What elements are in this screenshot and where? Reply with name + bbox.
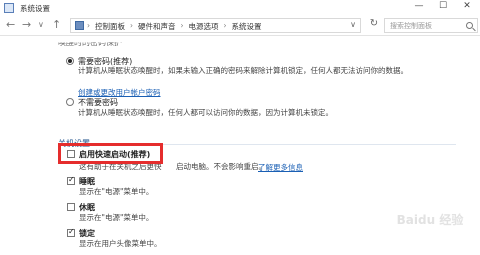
breadcrumb-system-settings[interactable]: 系统设置 [232,21,262,32]
refresh-icon[interactable]: ↻ [367,18,381,33]
breadcrumb-separator: › [223,21,227,30]
breadcrumb: › 控制面板 › 硬件和声音 › 电源选项 › 系统设置 [87,21,262,32]
password-section-heading: 唤醒时的密码保护 [58,38,122,48]
window-title: 系统设置 [20,4,50,13]
highlight-box [58,143,163,164]
lock-desc: 显示在用户头像菜单中。 [79,239,162,248]
address-bar[interactable]: › 控制面板 › 硬件和声音 › 电源选项 › 系统设置 ∨ [70,18,361,33]
no-password-radio[interactable] [66,98,74,106]
control-panel-icon [75,21,84,30]
breadcrumb-separator: › [130,21,133,30]
control-panel-icon [4,3,14,13]
search-icon [466,22,473,29]
minimize-button[interactable]: — [408,0,430,14]
maximize-button[interactable]: ☐ [432,0,454,14]
back-arrow-icon[interactable]: ← [6,18,15,31]
hibernate-label[interactable]: 休眠 [79,202,95,213]
breadcrumb-power-options[interactable]: 电源选项 [189,21,219,32]
hibernate-desc: 显示在"电源"菜单中。 [79,213,154,222]
close-button[interactable]: ✕ [456,0,478,14]
navigation-bar: ← → ∨ ↑ › 控制面板 › 硬件和声音 › 电源选项 › 系统设置 ∨ ↻… [0,16,480,36]
hibernate-checkbox[interactable] [67,203,75,211]
baidu-watermark: Baidu 经验 [396,213,464,227]
breadcrumb-hardware-sound[interactable]: 硬件和声音 [138,21,176,32]
learn-more-link[interactable]: 了解更多信息 [258,162,303,173]
require-password-radio[interactable] [66,57,74,65]
up-arrow-icon[interactable]: ↑ [52,18,61,31]
lock-checkbox[interactable] [67,227,75,237]
no-password-desc: 计算机从睡眠状态唤醒时，任何人都可以访问你的数据，因为计算机未锁定。 [78,108,333,117]
breadcrumb-separator: › [180,21,184,30]
breadcrumb-control-panel[interactable]: 控制面板 [95,21,125,32]
chevron-down-icon[interactable]: ∨ [350,20,356,29]
no-password-label[interactable]: 不需要密码 [78,97,118,108]
search-placeholder: 搜索控制面板 [390,22,432,30]
title-bar: 系统设置 — ☐ ✕ [0,0,480,16]
fast-startup-desc-suffix: 启动电脑。不会影响重启。 [176,162,266,171]
search-input[interactable]: 搜索控制面板 [384,18,478,33]
require-password-desc: 计算机从睡眠状态唤醒时，如果未输入正确的密码来解除计算机锁定，任何人都无法访问你… [78,66,408,75]
sleep-label[interactable]: 睡眠 [79,176,95,187]
sleep-desc: 显示在"电源"菜单中。 [79,187,154,196]
breadcrumb-separator: › [87,21,90,30]
lock-label[interactable]: 锁定 [79,228,95,239]
recent-locations-icon[interactable]: ∨ [38,20,44,29]
forward-arrow-icon[interactable]: → [22,18,31,31]
sleep-checkbox[interactable] [67,175,75,185]
